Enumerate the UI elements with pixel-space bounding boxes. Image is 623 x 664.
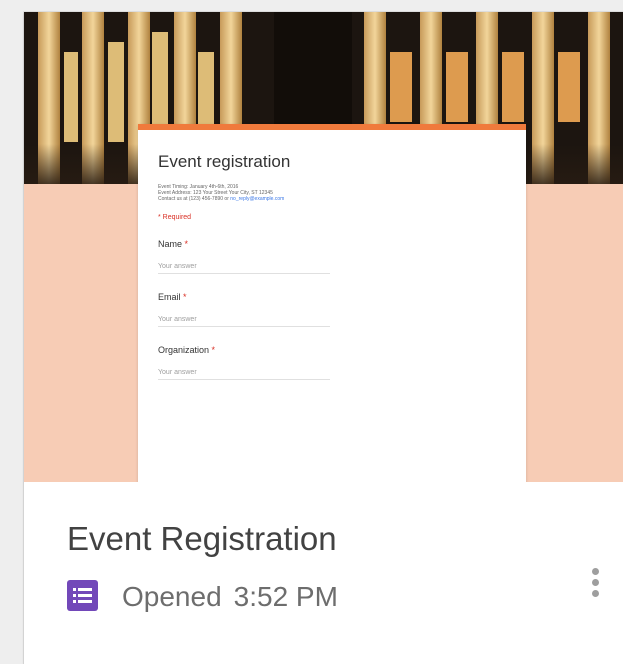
document-thumbnail: Event registration Event Timing: January… bbox=[24, 12, 623, 482]
answer-field: Your answer bbox=[158, 316, 330, 327]
answer-field: Your answer bbox=[158, 369, 330, 380]
form-title: Event registration bbox=[158, 152, 291, 171]
form-description: Event Timing: January 4th-6th, 2016 Even… bbox=[158, 184, 285, 202]
last-opened-text: Opened 3:52 PM bbox=[122, 582, 338, 612]
form-preview: Event registration Event Timing: January… bbox=[138, 124, 526, 482]
question-email: Email * Your answer bbox=[158, 292, 506, 327]
document-card[interactable]: Event registration Event Timing: January… bbox=[24, 12, 623, 664]
more-vert-icon[interactable] bbox=[586, 558, 606, 606]
contact-email-link: no_reply@example.com bbox=[230, 196, 285, 202]
status-time: 3:52 PM bbox=[233, 581, 338, 612]
question-organization: Organization * Your answer bbox=[158, 345, 506, 380]
question-name: Name * Your answer bbox=[158, 239, 506, 274]
document-title: Event Registration bbox=[67, 520, 337, 557]
required-note: * Required bbox=[158, 214, 192, 221]
status-label: Opened bbox=[122, 581, 222, 612]
card-info: Event Registration Opened 3:52 PM bbox=[24, 482, 623, 664]
answer-field: Your answer bbox=[158, 263, 330, 274]
google-forms-icon bbox=[67, 580, 98, 611]
